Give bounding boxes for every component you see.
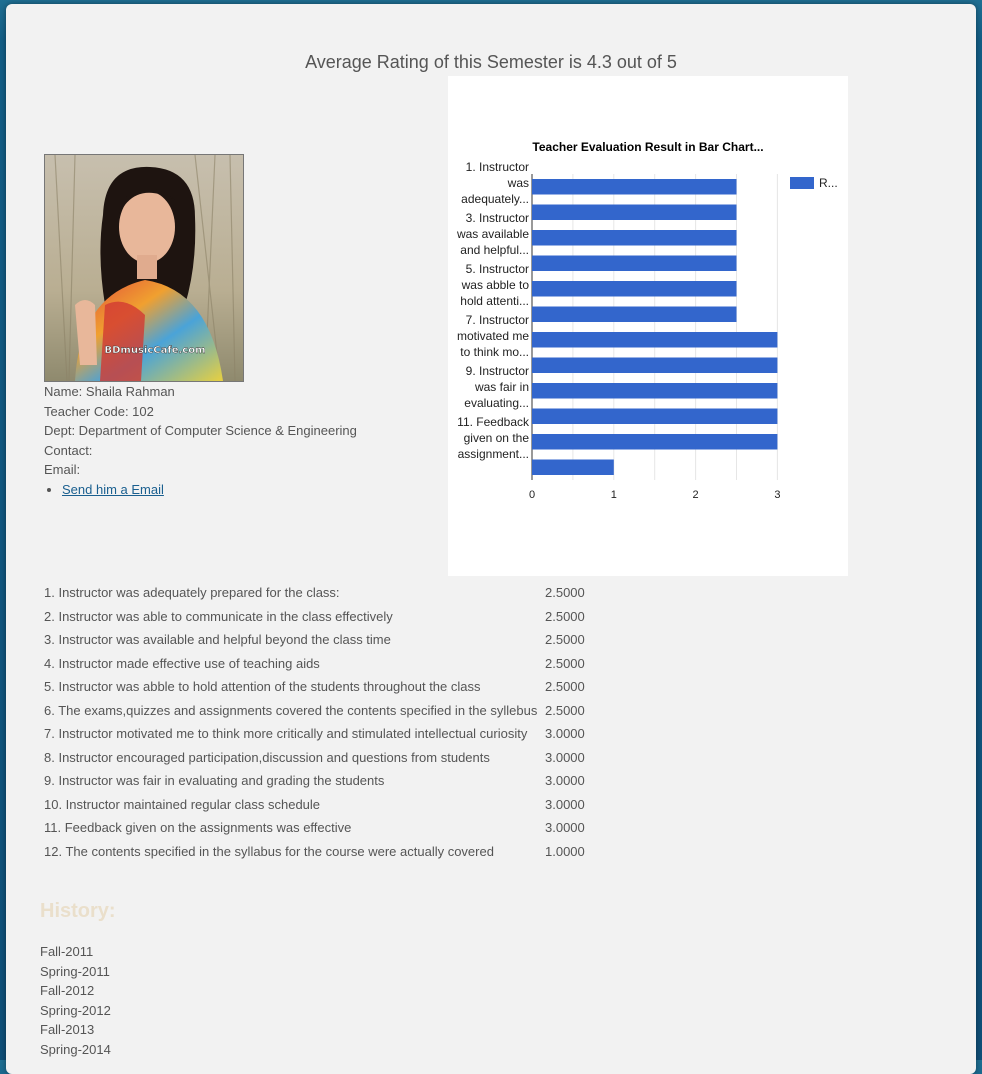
history-item[interactable]: Fall-2013 xyxy=(40,1020,111,1040)
question-score: 1.0000 xyxy=(545,843,585,859)
chart-category-label: given on the xyxy=(464,431,530,445)
history-title: History: xyxy=(40,900,116,922)
teacher-photo: BDmusicCafe.com xyxy=(44,154,244,382)
chart-legend-label: R... xyxy=(819,176,838,190)
evaluation-table: 1. Instructor was adequately prepared fo… xyxy=(44,581,585,863)
table-row: 3. Instructor was available and helpful … xyxy=(44,628,585,652)
history-list: Fall-2011 Spring-2011 Fall-2012 Spring-2012… xyxy=(40,942,111,1059)
history-item[interactable]: Spring-2011 xyxy=(40,962,111,982)
question-text: 10. Instructor maintained regular class … xyxy=(44,796,321,812)
chart-category-label: 3. Instructor xyxy=(466,211,529,225)
question-text: 6. The exams,quizzes and assignments cov… xyxy=(44,702,538,718)
teacher-info: Name: Shaila Rahman Teacher Code: 102 De… xyxy=(44,382,357,499)
question-text: 4. Instructor made effective use of teac… xyxy=(44,655,320,671)
chart-legend-swatch xyxy=(790,177,814,189)
history-item[interactable]: Fall-2012 xyxy=(40,981,111,1001)
chart-bar xyxy=(532,306,737,322)
question-score: 2.5000 xyxy=(545,632,585,648)
table-row: 11. Feedback given on the assignments wa… xyxy=(44,816,585,840)
question-score: 2.5000 xyxy=(545,679,585,695)
chart-bar xyxy=(532,383,778,399)
chart-category-label: motivated me xyxy=(457,329,529,343)
table-row: 7. Instructor motivated me to think more… xyxy=(44,722,585,746)
table-row: 10. Instructor maintained regular class … xyxy=(44,793,585,817)
chart-bar xyxy=(532,230,737,246)
chart-category-label: 5. Instructor xyxy=(466,262,529,276)
table-row: 9. Instructor was fair in evaluating and… xyxy=(44,769,585,793)
chart-category-label: was available xyxy=(456,227,529,241)
main-panel: Average Rating of this Semester is 4.3 o… xyxy=(6,4,976,1074)
question-text: 1. Instructor was adequately prepared fo… xyxy=(44,585,340,601)
chart-bar xyxy=(532,204,737,220)
chart-x-tick-label: 1 xyxy=(611,489,617,501)
history-item[interactable]: Spring-2014 xyxy=(40,1040,111,1060)
question-score: 2.5000 xyxy=(545,702,585,718)
teacher-dept: Dept: Department of Computer Science & E… xyxy=(44,423,357,438)
teacher-email: Email: xyxy=(44,462,81,477)
table-row: 5. Instructor was abble to hold attentio… xyxy=(44,675,585,699)
chart-bar xyxy=(532,459,614,475)
chart-x-tick-label: 3 xyxy=(774,489,780,501)
chart-bar xyxy=(532,434,778,450)
question-score: 2.5000 xyxy=(545,585,585,601)
chart-category-label: and helpful... xyxy=(460,243,529,257)
table-row: 1. Instructor was adequately prepared fo… xyxy=(44,581,585,605)
evaluation-bar-chart: Teacher Evaluation Result in Bar Chart..… xyxy=(448,76,848,576)
teacher-contact: Contact: xyxy=(44,442,93,458)
table-row: 4. Instructor made effective use of teac… xyxy=(44,652,585,676)
chart-x-tick-label: 2 xyxy=(693,489,699,501)
chart-category-label: evaluating... xyxy=(464,396,529,410)
chart-category-label: to think mo... xyxy=(460,345,529,359)
photo-watermark: BDmusicCafe.com xyxy=(104,345,205,356)
question-text: 7. Instructor motivated me to think more… xyxy=(44,726,528,742)
question-text: 8. Instructor encouraged participation,d… xyxy=(44,749,490,765)
question-score: 3.0000 xyxy=(545,749,585,765)
question-text: 11. Feedback given on the assignments wa… xyxy=(44,820,352,836)
chart-category-label: 11. Feedback xyxy=(457,415,530,429)
chart-bar xyxy=(532,408,778,424)
chart-category-label: adequately... xyxy=(461,192,529,206)
table-row: 12. The contents specified in the syllab… xyxy=(44,840,585,864)
question-score: 2.5000 xyxy=(545,608,585,624)
email-link-list: Send him a Email xyxy=(44,480,357,500)
question-score: 3.0000 xyxy=(545,773,585,789)
chart-bar xyxy=(532,179,737,195)
teacher-name: Name: Shaila Rahman xyxy=(44,384,175,399)
average-rating-heading: Average Rating of this Semester is 4.3 o… xyxy=(305,52,677,72)
chart-category-label: 1. Instructor xyxy=(466,160,529,174)
question-text: 12. The contents specified in the syllab… xyxy=(44,843,494,859)
chart-title: Teacher Evaluation Result in Bar Chart..… xyxy=(532,140,763,154)
teacher-code: Teacher Code: 102 xyxy=(44,403,154,419)
chart-x-tick-label: 0 xyxy=(529,489,535,501)
chart-bar xyxy=(532,255,737,271)
table-row: 2. Instructor was able to communicate in… xyxy=(44,605,585,629)
chart-category-label: was fair in xyxy=(474,380,529,394)
table-row: 8. Instructor encouraged participation,d… xyxy=(44,746,585,770)
chart-bar xyxy=(532,281,737,297)
chart-category-label: 9. Instructor xyxy=(466,364,529,378)
chart-bar xyxy=(532,357,778,373)
chart-category-label: was xyxy=(507,176,529,190)
question-score: 3.0000 xyxy=(545,796,585,812)
chart-category-label: assignment... xyxy=(458,447,529,461)
question-text: 9. Instructor was fair in evaluating and… xyxy=(44,773,385,789)
chart-category-label: was abble to xyxy=(461,278,530,292)
question-text: 5. Instructor was abble to hold attentio… xyxy=(44,679,481,695)
question-score: 3.0000 xyxy=(545,820,585,836)
question-text: 3. Instructor was available and helpful … xyxy=(44,632,391,648)
send-email-link[interactable]: Send him a Email xyxy=(62,482,164,497)
question-score: 3.0000 xyxy=(545,726,585,742)
email-link-item: Send him a Email xyxy=(62,480,357,500)
chart-category-label: 7. Instructor xyxy=(466,313,529,327)
history-item[interactable]: Fall-2011 xyxy=(40,942,111,962)
question-score: 2.5000 xyxy=(545,655,585,671)
question-text: 2. Instructor was able to communicate in… xyxy=(44,608,393,624)
table-row: 6. The exams,quizzes and assignments cov… xyxy=(44,699,585,723)
chart-svg: Teacher Evaluation Result in Bar Chart..… xyxy=(456,140,838,501)
chart-bar xyxy=(532,332,778,348)
history-item[interactable]: Spring-2012 xyxy=(40,1001,111,1021)
chart-category-label: hold attenti... xyxy=(460,294,529,308)
